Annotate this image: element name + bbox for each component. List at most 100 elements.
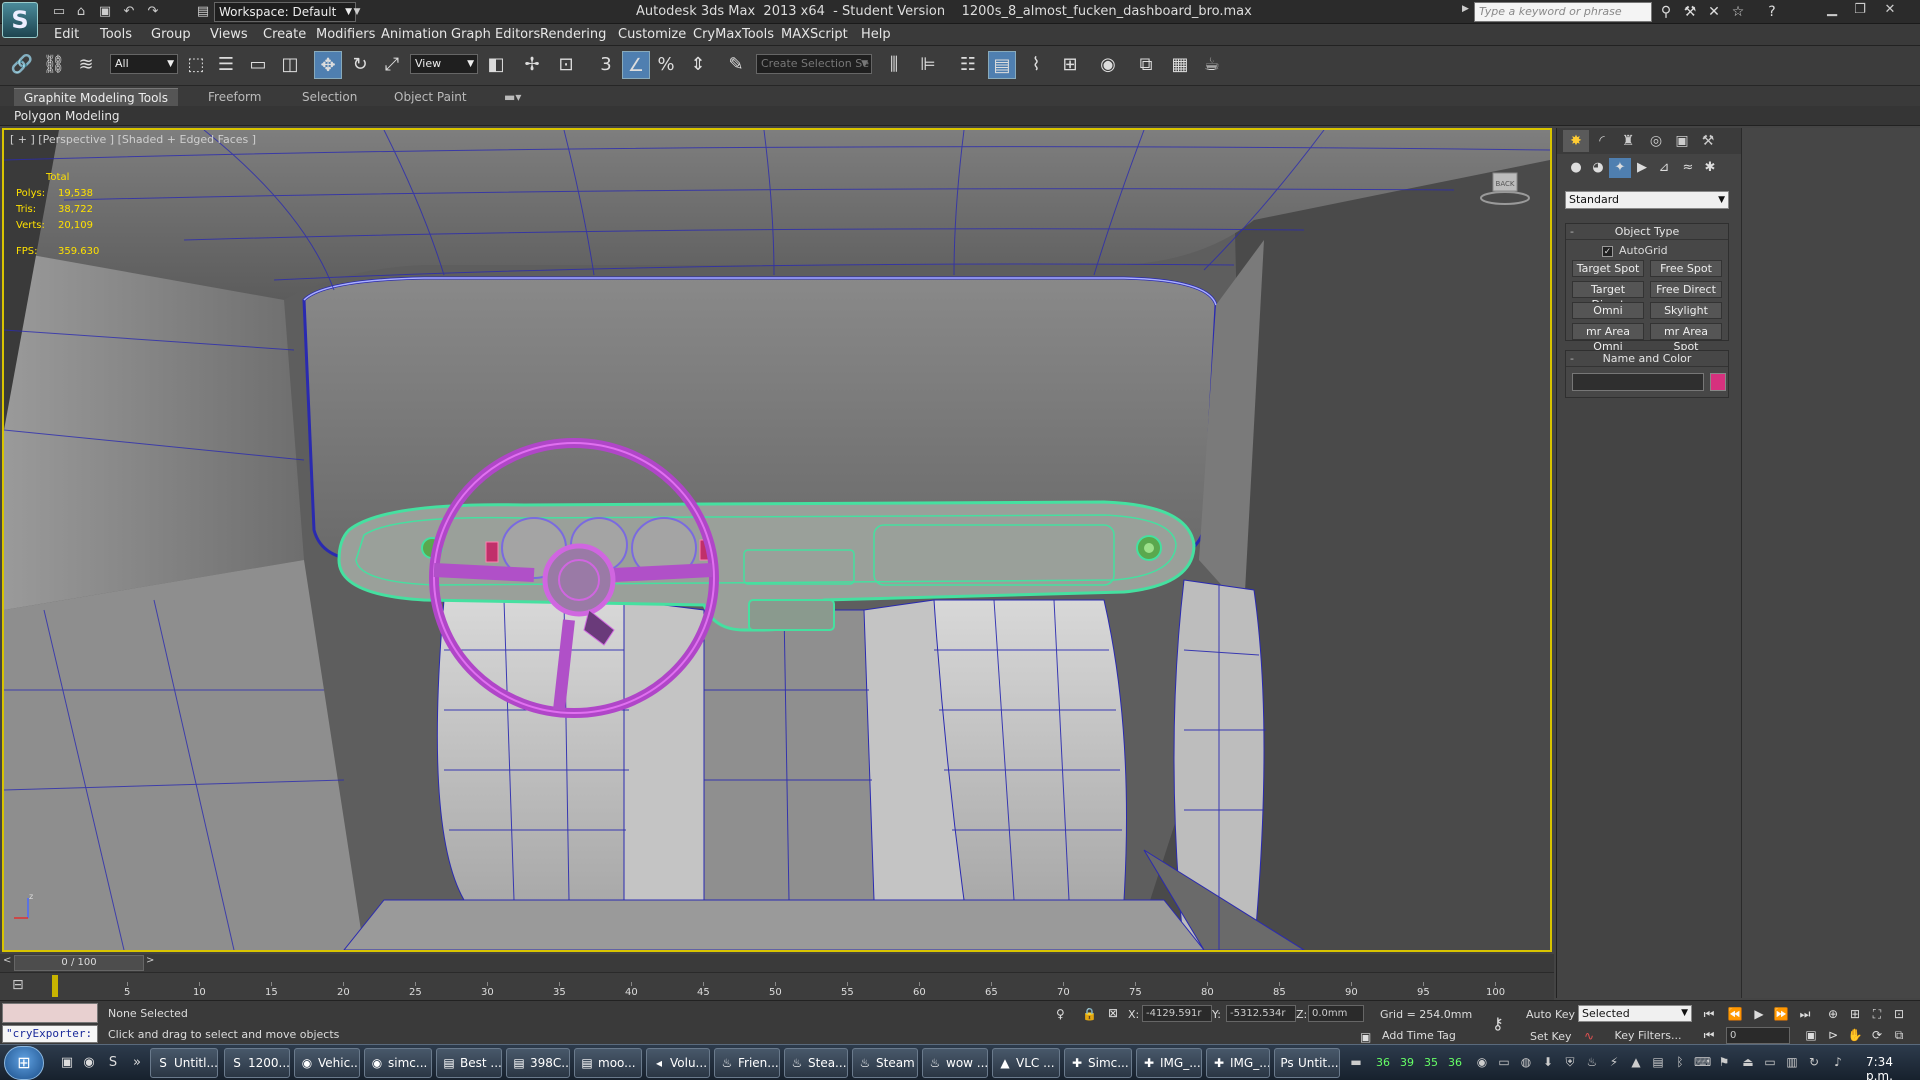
bind-space-warp-icon[interactable]: ≋ [72, 51, 100, 79]
object-name-input[interactable] [1572, 373, 1704, 391]
tray-overflow-icon[interactable]: ▬ [1348, 1054, 1364, 1070]
taskbar-item[interactable]: ♨ Steam [852, 1048, 918, 1078]
keyboard-shortcut-override-icon[interactable]: ⊡ [552, 51, 580, 79]
show-desktop-icon[interactable]: ▣ [58, 1054, 76, 1072]
tray-keyboard-icon[interactable]: ⌨ [1694, 1054, 1711, 1070]
graphite-ribbon-icon[interactable]: ▤ [988, 51, 1016, 79]
next-frame-icon[interactable]: ⏩ [1772, 1005, 1790, 1023]
previous-frame-icon[interactable]: ⏪ [1726, 1005, 1744, 1023]
communication-icon[interactable]: ✕ [1704, 3, 1724, 21]
mr-area-omni-button[interactable]: mr Area Omni [1572, 323, 1644, 353]
select-and-move-icon[interactable]: ✥ [314, 51, 342, 79]
modify-tab-icon[interactable]: ◜ [1589, 130, 1615, 152]
orbit-icon[interactable]: ⟳ [1868, 1026, 1886, 1044]
maximize-icon[interactable]: ❐ [1846, 0, 1874, 20]
select-and-scale-icon[interactable]: ⤢ [378, 51, 406, 79]
project-folder-icon[interactable]: ▤ [194, 3, 212, 21]
angle-snap-icon[interactable]: ∠ [622, 51, 650, 79]
time-slider-thumb[interactable]: 0 / 100 [14, 955, 144, 971]
undo-icon[interactable]: ↶ [120, 3, 138, 21]
unlink-icon[interactable]: ⛓ [40, 51, 68, 79]
target-direct-button[interactable]: Target Direct [1572, 281, 1644, 311]
taskbar-item[interactable]: ✚ IMG_... [1206, 1048, 1270, 1078]
maxscript-mini-listener[interactable]: "cryExporter: [2, 1025, 98, 1043]
space-warps-icon[interactable]: ≈ [1677, 158, 1699, 178]
add-time-tag-button[interactable]: Add Time Tag [1382, 1029, 1456, 1042]
select-by-name-icon[interactable]: ☰ [212, 51, 240, 79]
display-tab-icon[interactable]: ▣ [1669, 130, 1695, 152]
skylight-button[interactable]: Skylight [1650, 302, 1722, 319]
motion-tab-icon[interactable]: ◎ [1643, 130, 1669, 152]
isolate-selection-icon[interactable]: ♀ [1056, 1007, 1065, 1021]
menu-graph-editors[interactable]: Graph Editors [451, 27, 540, 42]
menu-rendering[interactable]: Rendering [540, 27, 606, 42]
absolute-mode-icon[interactable]: ⊠ [1108, 1006, 1118, 1020]
zoom-extents-all-icon[interactable]: ⊡ [1890, 1005, 1908, 1023]
tray-usb-icon[interactable]: ⏏ [1740, 1054, 1756, 1070]
link-icon[interactable]: 🔗 [8, 51, 36, 79]
render-production-icon[interactable]: ☕ [1198, 51, 1226, 79]
tray-battery-icon[interactable]: ▭ [1762, 1054, 1778, 1070]
key-mode-toggle-icon[interactable]: ⏮ [1700, 1026, 1718, 1044]
x-coordinate-input[interactable]: -4129.591r [1142, 1005, 1212, 1022]
layer-manager-icon[interactable]: ☷ [954, 51, 982, 79]
auto-key-button[interactable]: Auto Key [1526, 1008, 1575, 1021]
workspace-select[interactable]: Workspace: Default ▼ [214, 2, 356, 22]
hierarchy-tab-icon[interactable]: ♜ [1615, 130, 1641, 152]
menu-maxscript[interactable]: MAXScript [781, 27, 848, 42]
named-selection-set-select[interactable]: Create Selection Se ▼ [756, 54, 872, 74]
free-spot-button[interactable]: Free Spot [1650, 260, 1722, 277]
taskbar-item[interactable]: ◂ Volu... [646, 1048, 710, 1078]
taskbar-item[interactable]: S Untitl... [150, 1048, 218, 1078]
taskbar-item[interactable]: Ps Untit... [1274, 1048, 1340, 1078]
favorites-icon[interactable]: ☆ [1728, 3, 1748, 21]
search-input[interactable]: Type a keyword or phrase [1474, 2, 1652, 22]
zoom-all-icon[interactable]: ⊞ [1846, 1005, 1864, 1023]
maxscript-listener-output[interactable] [2, 1003, 98, 1023]
ribbon-options-icon[interactable]: ▬▾ [494, 88, 531, 106]
tray-flag-icon[interactable]: ⚑ [1716, 1054, 1732, 1070]
pan-view-icon[interactable]: ✋ [1846, 1026, 1864, 1044]
redo-icon[interactable]: ↷ [144, 3, 162, 21]
tray-shield-icon[interactable]: ⛨ [1562, 1054, 1578, 1070]
current-frame-input[interactable]: 0 [1726, 1027, 1790, 1044]
selection-filter-select[interactable]: All ▼ [110, 54, 178, 74]
subscription-icon[interactable]: ⚒ [1680, 3, 1700, 21]
chrome-quick-icon[interactable]: ◉ [80, 1054, 98, 1072]
key-filters-button[interactable]: Key Filters... [1604, 1027, 1692, 1045]
menu-help[interactable]: Help [861, 27, 891, 42]
select-manipulate-icon[interactable]: ✢ [518, 51, 546, 79]
time-configuration-icon[interactable]: ▣ [1802, 1026, 1820, 1044]
set-key-button[interactable]: Set Key [1530, 1030, 1572, 1043]
save-file-icon[interactable]: ▣ [96, 3, 114, 21]
taskbar-item[interactable]: S 1200... [224, 1048, 290, 1078]
go-to-start-icon[interactable]: ⏮ [1700, 1005, 1718, 1023]
systems-icon[interactable]: ✱ [1699, 158, 1721, 178]
key-mode-icon[interactable]: ⚷ [1492, 1014, 1504, 1033]
menu-create[interactable]: Create [263, 27, 306, 42]
tray-device-icon[interactable]: ▤ [1650, 1054, 1666, 1070]
cameras-icon[interactable]: ▶ [1631, 158, 1653, 178]
taskbar-item[interactable]: ♨ Stea... [784, 1048, 848, 1078]
start-button-icon[interactable]: ⊞ [4, 1046, 44, 1080]
shapes-icon[interactable]: ◕ [1587, 158, 1609, 178]
mr-area-spot-button[interactable]: mr Area Spot [1650, 323, 1722, 353]
rendered-frame-window-icon[interactable]: ▦ [1166, 51, 1194, 79]
create-tab-icon[interactable]: ✸ [1563, 130, 1589, 152]
tray-update-icon[interactable]: ↻ [1806, 1054, 1822, 1070]
target-spot-button[interactable]: Target Spot [1572, 260, 1644, 277]
curve-editor-toggle-icon[interactable]: ⊟ [12, 977, 24, 993]
render-setup-icon[interactable]: ⧉ [1132, 51, 1160, 79]
tab-freeform[interactable]: Freeform [198, 88, 271, 106]
play-icon[interactable]: ▶ [1750, 1005, 1768, 1023]
tray-chat-icon[interactable]: ◍ [1518, 1054, 1534, 1070]
viewport-label[interactable]: [ + ] [Perspective ] [Shaded + Edged Fac… [10, 133, 256, 146]
3dsmax-quick-icon[interactable]: S [104, 1054, 122, 1072]
helpers-icon[interactable]: ⊿ [1653, 158, 1675, 178]
menu-modifiers[interactable]: Modifiers [316, 27, 375, 42]
taskbar-item[interactable]: ✚ Simc... [1064, 1048, 1132, 1078]
taskbar-item[interactable]: ◉ Vehic... [294, 1048, 360, 1078]
edit-named-selection-icon[interactable]: ✎ [722, 51, 750, 79]
polygon-modeling-panel[interactable]: Polygon Modeling [14, 109, 120, 123]
tray-network-icon[interactable]: ▥ [1784, 1054, 1800, 1070]
